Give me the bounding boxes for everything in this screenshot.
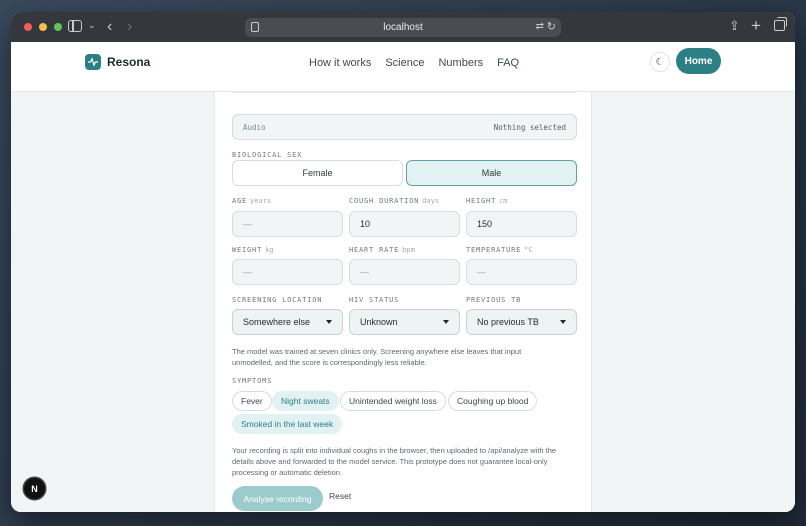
symptom-chip-night-sweats[interactable]: Night sweats [272, 391, 339, 411]
symptom-chip-weight-loss[interactable]: Unintended weight loss [340, 391, 446, 411]
audio-value: Nothing selected [493, 123, 566, 132]
screening-location-select[interactable]: Somewhere else [232, 309, 343, 335]
nav-numbers[interactable]: Numbers [438, 56, 483, 70]
sex-option-female[interactable]: Female [232, 160, 403, 186]
site-header: Resona How it works Science Numbers FAQ … [11, 42, 795, 92]
previous-tb-value: No previous TB [477, 317, 539, 327]
browser-toolbar: ⌄ ‹ › localhost ⇄ ↻ ⇪ + [11, 12, 795, 42]
home-button[interactable]: Home [676, 48, 721, 74]
symptom-chip-coughing-blood[interactable]: Coughing up blood [448, 391, 538, 411]
browser-window: ⌄ ‹ › localhost ⇄ ↻ ⇪ + Resona How it wo… [11, 12, 795, 512]
hiv-status-select[interactable]: Unknown [349, 309, 460, 335]
screening-form: Audio Nothing selected BIOLOGICAL SEX Fe… [214, 92, 592, 512]
hiv-status-label: HIV STATUS [349, 296, 400, 304]
height-input[interactable]: 150 [466, 211, 577, 237]
moon-icon: ☾ [655, 56, 665, 68]
previous-tb-label: PREVIOUS TB [466, 296, 522, 304]
minimize-window-button[interactable] [39, 23, 47, 31]
previous-tb-select[interactable]: No previous TB [466, 309, 577, 335]
heart-rate-input[interactable]: — [349, 259, 460, 285]
tab-overview-icon[interactable] [774, 17, 787, 31]
zoom-window-button[interactable] [54, 23, 62, 31]
brand-logo[interactable]: Resona [85, 54, 150, 70]
age-label: AGE years [232, 197, 272, 205]
theme-toggle-button[interactable]: ☾ [650, 52, 670, 72]
divider [232, 92, 576, 93]
back-arrow-icon[interactable]: ‹ [107, 19, 112, 35]
temperature-input[interactable]: — [466, 259, 577, 285]
nav-faq[interactable]: FAQ [497, 56, 519, 70]
symptoms-label: SYMPTOMS [232, 377, 273, 385]
weight-input[interactable]: — [232, 259, 343, 285]
cough-duration-input[interactable]: 10 [349, 211, 460, 237]
audio-file-field[interactable]: Audio Nothing selected [232, 114, 577, 140]
address-bar[interactable]: localhost ⇄ ↻ [245, 18, 561, 37]
symptom-chip-smoked[interactable]: Smoked in the last week [232, 414, 343, 434]
caret-down-icon [326, 320, 332, 324]
audio-label: Audio [243, 123, 266, 132]
symptom-chip-fever[interactable]: Fever [232, 391, 272, 411]
analyse-recording-button[interactable]: Analyse recording [232, 486, 323, 511]
caret-down-icon [443, 320, 449, 324]
sex-option-male[interactable]: Male [406, 160, 577, 186]
screening-location-value: Somewhere else [243, 317, 311, 327]
translate-icon[interactable]: ⇄ [536, 21, 544, 32]
age-input[interactable]: — [232, 211, 343, 237]
sidebar-toggle-icon[interactable] [68, 20, 82, 32]
site-settings-icon[interactable] [251, 22, 259, 32]
close-window-button[interactable] [24, 23, 32, 31]
nav-how-it-works[interactable]: How it works [309, 56, 371, 70]
heart-rate-label: HEART RATE bpm [349, 246, 415, 254]
height-label: HEIGHT cm [466, 197, 508, 205]
chevron-down-icon[interactable]: ⌄ [88, 21, 96, 30]
privacy-note: Your recording is split into individual … [232, 446, 557, 477]
reload-icon[interactable]: ↻ [547, 20, 556, 33]
brand-name: Resona [107, 55, 151, 69]
web-page: Resona How it works Science Numbers FAQ … [11, 42, 795, 512]
dev-tools-badge[interactable]: N [24, 478, 45, 499]
weight-label: WEIGHT kg [232, 246, 274, 254]
reset-button[interactable]: Reset [329, 491, 351, 501]
main-nav: How it works Science Numbers FAQ [309, 56, 519, 70]
hiv-status-value: Unknown [360, 317, 398, 327]
cough-duration-label: COUGH DURATION days [349, 197, 440, 205]
nav-science[interactable]: Science [385, 56, 424, 70]
sex-label: BIOLOGICAL SEX [232, 151, 303, 159]
new-tab-icon[interactable]: + [751, 17, 761, 34]
forward-arrow-icon[interactable]: › [127, 19, 132, 35]
url-text: localhost [383, 22, 423, 33]
location-note: The model was trained at seven clinics o… [232, 347, 522, 367]
temperature-label: TEMPERATURE °C [466, 246, 533, 254]
share-icon[interactable]: ⇪ [729, 19, 740, 32]
window-controls [24, 23, 62, 31]
caret-down-icon [560, 320, 566, 324]
pulse-icon [85, 54, 101, 70]
screening-location-label: SCREENING LOCATION [232, 296, 323, 304]
